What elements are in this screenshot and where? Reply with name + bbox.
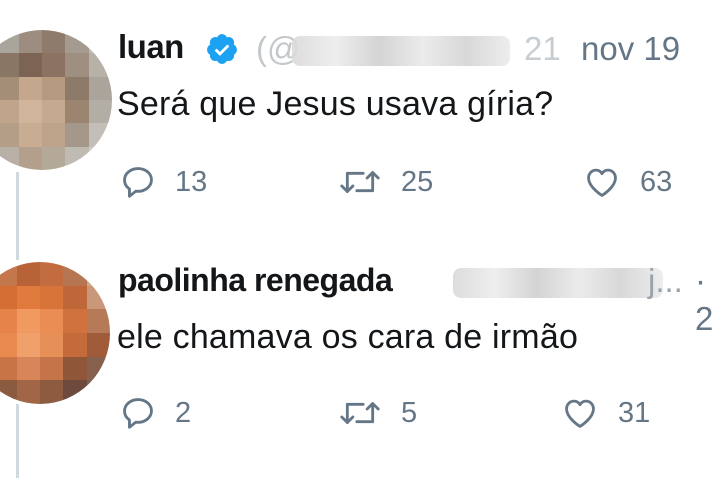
like-icon: [587, 168, 617, 197]
retweet-count: 5: [401, 396, 418, 429]
reply-button[interactable]: 13: [119, 163, 207, 201]
reply-button[interactable]: 2: [119, 394, 191, 432]
like-button[interactable]: 31: [560, 394, 650, 432]
author-name[interactable]: paolinha renegada: [118, 262, 393, 299]
retweet-icon: [340, 171, 380, 193]
reply-icon: [123, 398, 153, 429]
reply-icon: [123, 167, 153, 198]
thread-line: [16, 172, 19, 260]
avatar[interactable]: [0, 30, 112, 170]
retweet-button[interactable]: 25: [337, 163, 433, 201]
tweet-text: ele chamava os cara de irmão: [117, 318, 579, 356]
author-name[interactable]: luan: [118, 28, 184, 66]
reply-count: 2: [175, 396, 192, 429]
thread-line: [16, 404, 19, 478]
handle-blurred: [453, 268, 663, 298]
like-count: 31: [618, 396, 651, 429]
handle-blurred: [292, 36, 510, 66]
tweet-date[interactable]: nov 19: [581, 30, 680, 68]
meta-tail: · 2: [695, 262, 714, 337]
date-partial: 21: [524, 30, 561, 67]
avatar[interactable]: [0, 262, 110, 404]
retweet-icon: [340, 402, 380, 424]
retweet-count: 25: [401, 165, 434, 198]
like-icon: [565, 399, 595, 428]
retweet-button[interactable]: 5: [337, 394, 417, 432]
tweet-text: Será que Jesus usava gíria?: [117, 85, 554, 123]
like-count: 63: [640, 165, 673, 198]
like-button[interactable]: 63: [582, 163, 672, 201]
handle-suffix: j...: [648, 262, 683, 299]
verified-badge-icon: [207, 34, 237, 64]
reply-count: 13: [175, 165, 208, 198]
